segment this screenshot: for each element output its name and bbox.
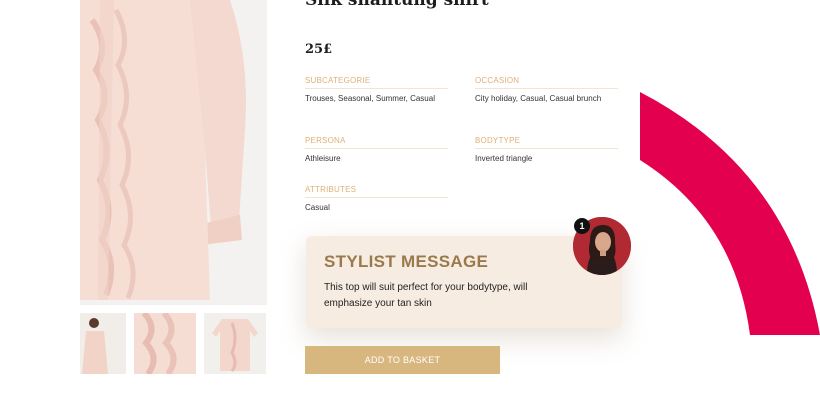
product-price: 25£ bbox=[305, 42, 333, 57]
attribute-value: Athleisure bbox=[305, 154, 341, 163]
attribute-persona: PERSONA Athleisure bbox=[305, 136, 448, 164]
attribute-value: Trouses, Seasonal, Summer, Casual bbox=[305, 94, 435, 103]
decorative-arc bbox=[640, 92, 820, 335]
attribute-label: PERSONA bbox=[305, 136, 448, 149]
attribute-bodytype: BODYTYPE Inverted triangle bbox=[475, 136, 618, 164]
attribute-label: BODYTYPE bbox=[475, 136, 618, 149]
attribute-value: Casual bbox=[305, 203, 330, 212]
product-main-image bbox=[80, 0, 267, 305]
attribute-label: ATTRIBUTES bbox=[305, 185, 448, 198]
stylist-message-title: STYLIST MESSAGE bbox=[324, 252, 489, 271]
attribute-value: Inverted triangle bbox=[475, 154, 533, 163]
thumbnail-model[interactable] bbox=[80, 313, 126, 374]
attribute-label: OCCASION bbox=[475, 76, 618, 89]
product-title: Silk shantung shirt bbox=[305, 0, 489, 10]
attribute-subcategorie: SUBCATEGORIE Trouses, Seasonal, Summer, … bbox=[305, 76, 448, 104]
notification-badge: 1 bbox=[574, 218, 590, 234]
stylist-message-text: This top will suit perfect for your body… bbox=[324, 282, 528, 309]
thumbnail-full-shirt[interactable] bbox=[204, 313, 266, 374]
attribute-value: City holiday, Casual, Casual brunch bbox=[475, 94, 602, 103]
add-to-basket-button[interactable]: ADD TO BASKET bbox=[305, 346, 500, 374]
thumbnail-detail[interactable] bbox=[134, 313, 196, 374]
attribute-attributes: ATTRIBUTES Casual bbox=[305, 185, 448, 213]
attribute-label: SUBCATEGORIE bbox=[305, 76, 448, 89]
attribute-occasion: OCCASION City holiday, Casual, Casual br… bbox=[475, 76, 618, 104]
